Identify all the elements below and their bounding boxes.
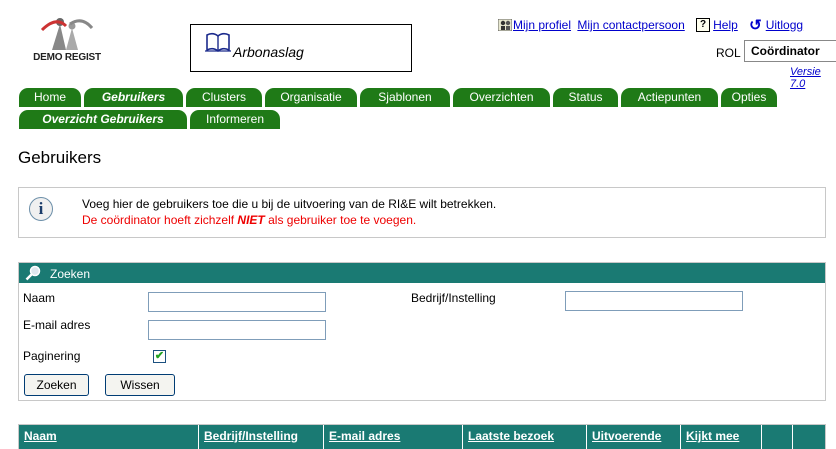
tab-gebruikers[interactable]: Gebruikers [84, 88, 183, 107]
search-icon [25, 265, 41, 281]
col-email[interactable]: E-mail adres [324, 425, 463, 449]
my-profile-link[interactable]: Mijn profiel [513, 18, 571, 32]
info-icon: i [29, 197, 53, 221]
people-icon [498, 19, 512, 31]
logo: DEMO REGIST [22, 16, 114, 70]
logout-icon[interactable]: ↺ [749, 16, 762, 34]
tab-clusters[interactable]: Clusters [186, 88, 262, 107]
bedrijf-input[interactable] [565, 291, 743, 311]
info-box: i Voeg hier de gebruikers toe die u bij … [18, 187, 826, 238]
zoeken-button[interactable]: Zoeken [24, 374, 89, 396]
info-text: Voeg hier de gebruikers toe die u bij de… [82, 197, 497, 211]
email-label: E-mail adres [23, 318, 91, 332]
app-title-box: Arbonaslag [190, 24, 412, 72]
col-action-2 [793, 425, 825, 449]
paginering-checkbox[interactable]: ✔ [153, 350, 166, 363]
logo-text: DEMO REGIST [33, 52, 101, 63]
open-book-icon [205, 32, 231, 53]
col-uitvoerende[interactable]: Uitvoerende [587, 425, 681, 449]
search-title: Zoeken [50, 267, 91, 281]
tab-overzichten[interactable]: Overzichten [453, 88, 550, 107]
col-action-1 [762, 425, 793, 449]
subtab-overzicht-gebruikers[interactable]: Overzicht Gebruikers [19, 110, 187, 129]
search-panel: Zoeken Naam Bedrijf/Instelling E-mail ad… [18, 262, 826, 401]
email-input[interactable] [148, 320, 326, 340]
my-contact-link[interactable]: Mijn contactpersoon [577, 18, 684, 32]
tab-home[interactable]: Home [19, 88, 81, 107]
results-table: Naam Bedrijf/Instelling E-mail adres Laa… [18, 424, 826, 449]
search-header: Zoeken [19, 263, 825, 283]
table-header-row: Naam Bedrijf/Instelling E-mail adres Laa… [19, 425, 825, 449]
col-bedrijf[interactable]: Bedrijf/Instelling [199, 425, 324, 449]
tab-sjablonen[interactable]: Sjablonen [360, 88, 450, 107]
version-link[interactable]: Versie 7.0 [790, 66, 836, 90]
wissen-button[interactable]: Wissen [105, 374, 175, 396]
naam-label: Naam [23, 291, 56, 305]
subtab-informeren[interactable]: Informeren [190, 110, 280, 129]
paginering-label: Paginering [23, 349, 81, 363]
rol-label: ROL [716, 46, 741, 60]
naam-input[interactable] [148, 292, 326, 312]
info-warning: De coördinator hoeft zichzelf NIET als g… [82, 213, 417, 227]
tab-status[interactable]: Status [553, 88, 618, 107]
help-link[interactable]: Help [713, 18, 738, 32]
col-naam[interactable]: Naam [19, 425, 199, 449]
tab-opties[interactable]: Opties [721, 88, 777, 107]
page-title: Gebruikers [18, 148, 102, 167]
tab-actiepunten[interactable]: Actiepunten [621, 88, 718, 107]
logout-link[interactable]: Uitlogg [766, 18, 803, 32]
col-kijkt-mee[interactable]: Kijkt mee [681, 425, 762, 449]
help-icon[interactable]: ? [696, 18, 711, 32]
sub-tabs: Overzicht Gebruikers Informeren [19, 110, 283, 130]
col-laatste-bezoek[interactable]: Laatste bezoek [463, 425, 587, 449]
bedrijf-label: Bedrijf/Instelling [411, 291, 496, 305]
app-title: Arbonaslag [233, 44, 304, 60]
tab-organisatie[interactable]: Organisatie [265, 88, 357, 107]
top-links: Mijn profiel Mijn contactpersoon ? Help ↺… [498, 16, 803, 34]
logo-figures-icon [40, 18, 94, 50]
main-tabs: Home Gebruikers Clusters Organisatie Sja… [19, 88, 780, 108]
rol-select[interactable]: Coördinator [744, 40, 836, 62]
